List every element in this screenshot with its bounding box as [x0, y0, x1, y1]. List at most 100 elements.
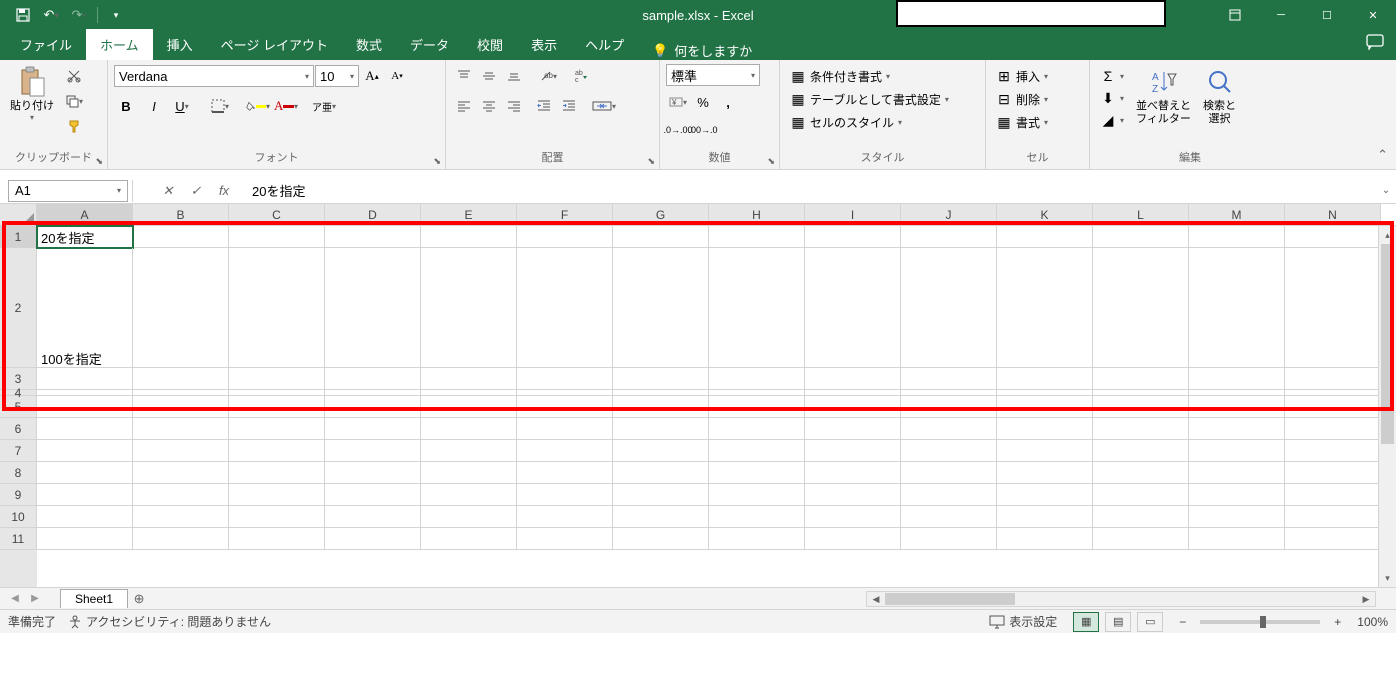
cell[interactable] [133, 462, 229, 484]
cell[interactable] [613, 368, 709, 390]
decrease-decimal-button[interactable]: .00→.0 [691, 118, 715, 142]
clear-button[interactable]: ◢▾ [1096, 110, 1128, 130]
cell[interactable] [997, 440, 1093, 462]
cell[interactable] [133, 506, 229, 528]
horizontal-scrollbar[interactable]: ◀ ▶ [866, 591, 1376, 607]
column-header[interactable]: E [421, 204, 517, 225]
cell[interactable] [421, 368, 517, 390]
cell[interactable] [709, 484, 805, 506]
cell[interactable] [1093, 506, 1189, 528]
cell[interactable] [997, 418, 1093, 440]
vertical-scrollbar[interactable]: ▴ ▾ [1378, 226, 1396, 587]
cell[interactable] [613, 418, 709, 440]
cell[interactable] [1189, 226, 1285, 248]
cell[interactable] [421, 418, 517, 440]
accounting-format-button[interactable]: ¥▾ [666, 90, 690, 114]
cell[interactable] [1189, 396, 1285, 418]
scroll-left-button[interactable]: ◀ [867, 592, 885, 606]
maximize-button[interactable]: ☐ [1304, 0, 1350, 30]
cell[interactable] [709, 418, 805, 440]
copy-button[interactable]: ▾ [62, 89, 86, 113]
phonetic-button[interactable]: ア亜▾ [312, 94, 336, 118]
cell[interactable] [997, 506, 1093, 528]
cell[interactable] [1093, 484, 1189, 506]
font-color-button[interactable]: A▾ [274, 94, 298, 118]
zoom-slider[interactable] [1200, 620, 1320, 624]
scroll-down-button[interactable]: ▾ [1379, 569, 1396, 587]
cell[interactable] [613, 506, 709, 528]
cell[interactable] [709, 226, 805, 248]
row-header[interactable]: 11 [0, 528, 37, 550]
cell[interactable] [421, 528, 517, 550]
cell[interactable] [421, 484, 517, 506]
underline-button[interactable]: U▾ [170, 94, 194, 118]
tab-page-layout[interactable]: ページ レイアウト [207, 29, 342, 60]
cell[interactable] [517, 462, 613, 484]
cell[interactable] [1285, 440, 1381, 462]
cell[interactable] [37, 368, 133, 390]
conditional-format-button[interactable]: ▦条件付き書式▾ [786, 66, 894, 87]
cell[interactable] [805, 506, 901, 528]
sheet-nav-prev[interactable]: ◀ [6, 593, 24, 604]
sheet-nav-next[interactable]: ▶ [26, 593, 44, 604]
increase-decimal-button[interactable]: .0→.00 [666, 118, 690, 142]
cell[interactable] [1285, 396, 1381, 418]
cell[interactable] [1285, 506, 1381, 528]
cell[interactable] [1189, 440, 1285, 462]
font-launcher[interactable]: ⬊ [433, 156, 441, 167]
scroll-right-button[interactable]: ▶ [1357, 592, 1375, 606]
cell[interactable] [1285, 528, 1381, 550]
ribbon-display-options-button[interactable] [1212, 0, 1258, 30]
cell[interactable] [229, 418, 325, 440]
cell[interactable] [133, 418, 229, 440]
cell[interactable] [133, 528, 229, 550]
cell[interactable] [325, 440, 421, 462]
cell[interactable] [517, 368, 613, 390]
cell[interactable] [901, 248, 997, 368]
align-right-button[interactable] [502, 94, 526, 118]
cell[interactable] [805, 368, 901, 390]
redo-button[interactable]: ↷▾ [66, 2, 92, 28]
save-button[interactable] [10, 2, 36, 28]
cancel-formula-button[interactable]: ✕ [156, 180, 180, 202]
cell[interactable] [421, 248, 517, 368]
insert-function-button[interactable]: fx [212, 180, 236, 202]
decrease-font-button[interactable]: A▾ [385, 64, 409, 88]
zoom-slider-thumb[interactable] [1260, 616, 1266, 628]
cell[interactable] [805, 440, 901, 462]
cell[interactable]: 100を指定 [37, 248, 133, 368]
cell[interactable] [325, 462, 421, 484]
find-select-button[interactable]: 検索と 選択 [1199, 64, 1240, 128]
qat-customize-button[interactable]: ▾ [103, 2, 129, 28]
cell[interactable] [325, 226, 421, 248]
fill-color-button[interactable]: ▾ [246, 94, 270, 118]
format-cells-button[interactable]: ▦書式▾ [992, 112, 1052, 133]
cell[interactable] [1285, 368, 1381, 390]
row-header[interactable]: 7 [0, 440, 37, 462]
cell[interactable] [1093, 440, 1189, 462]
cell[interactable] [709, 368, 805, 390]
merge-center-button[interactable]: ▾ [589, 94, 619, 118]
cell[interactable] [901, 462, 997, 484]
cell[interactable] [229, 248, 325, 368]
cell[interactable] [517, 418, 613, 440]
tab-formulas[interactable]: 数式 [342, 29, 396, 60]
cell[interactable] [517, 248, 613, 368]
cell[interactable] [901, 226, 997, 248]
cell[interactable] [1189, 506, 1285, 528]
cell[interactable] [1093, 226, 1189, 248]
italic-button[interactable]: I [142, 94, 166, 118]
cell[interactable] [709, 396, 805, 418]
font-size-select[interactable]: 10▾ [315, 65, 359, 87]
column-header[interactable]: F [517, 204, 613, 225]
format-table-button[interactable]: ▦テーブルとして書式設定▾ [786, 89, 953, 110]
cell[interactable] [517, 528, 613, 550]
paste-button[interactable]: 貼り付け ▾ [6, 64, 58, 124]
cell[interactable]: 20を指定 [37, 226, 133, 248]
insert-cells-button[interactable]: ⊞挿入▾ [992, 66, 1052, 87]
increase-font-button[interactable]: A▴ [360, 64, 384, 88]
cell[interactable] [517, 484, 613, 506]
cell[interactable] [997, 528, 1093, 550]
cell[interactable] [805, 462, 901, 484]
cell[interactable] [1093, 248, 1189, 368]
